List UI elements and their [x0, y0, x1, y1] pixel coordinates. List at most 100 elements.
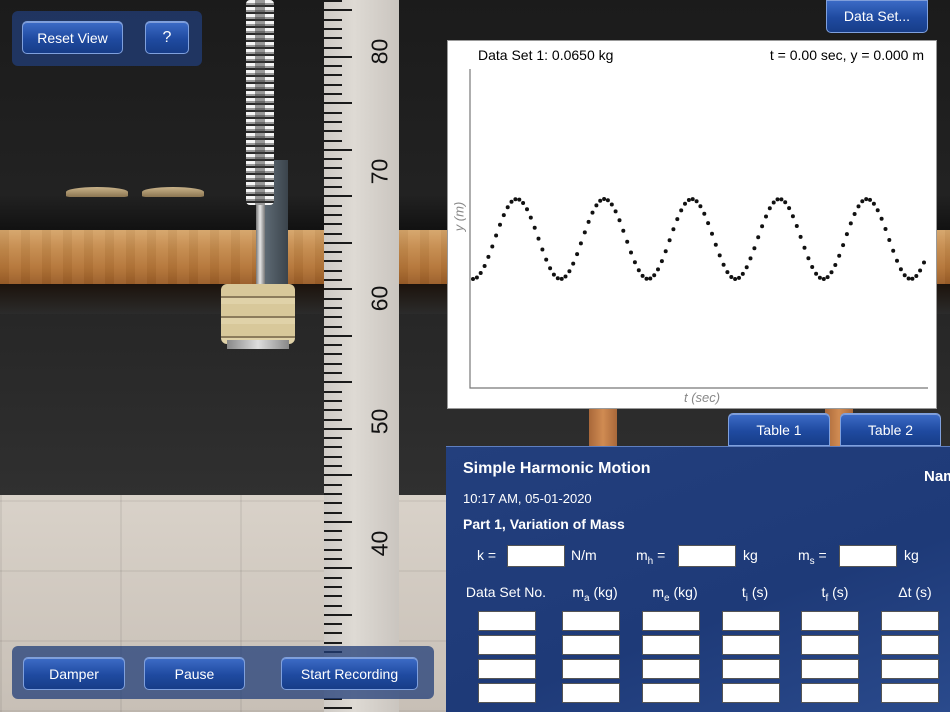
data-point [536, 236, 541, 241]
table-cell-input[interactable] [478, 683, 536, 703]
table-cell-input[interactable] [881, 635, 939, 655]
k-label: k = [477, 547, 497, 563]
ruler-tick [324, 548, 342, 551]
data-point [833, 263, 838, 267]
data-point [798, 234, 803, 239]
ms-input[interactable] [839, 545, 897, 567]
data-point [567, 269, 572, 274]
k-input[interactable] [507, 545, 565, 567]
data-point [756, 235, 761, 240]
table-cell-input[interactable] [478, 635, 536, 655]
table-cell-input[interactable] [801, 635, 859, 655]
ruler-tick [324, 567, 352, 570]
damper-button[interactable]: Damper [23, 657, 125, 690]
mass-base [227, 340, 289, 349]
data-point [810, 265, 815, 269]
ruler-tick [324, 353, 342, 356]
ruler-tick [324, 483, 342, 486]
ruler-tick [324, 46, 342, 49]
table-cell-input[interactable] [642, 659, 700, 679]
ruler-tick [324, 474, 352, 477]
column-header: ma (kg) [572, 584, 618, 604]
ms-main: m [798, 547, 810, 563]
data-point [571, 261, 576, 266]
data-point [790, 214, 795, 219]
table-cell-input[interactable] [642, 611, 700, 631]
table-cell-input[interactable] [562, 611, 620, 631]
data-point [848, 221, 853, 226]
ruler-tick [324, 390, 342, 393]
data-point [918, 268, 923, 273]
data-point [532, 225, 537, 230]
ruler-tick [324, 102, 352, 105]
table-cell-input[interactable] [562, 659, 620, 679]
part-label: Part 1, Variation of Mass [463, 516, 625, 532]
data-point [544, 257, 549, 262]
table-cell-input[interactable] [562, 635, 620, 655]
table-cell-input[interactable] [562, 683, 620, 703]
data-set-button[interactable]: Data Set... [826, 0, 928, 33]
column-header: tf (s) [821, 584, 849, 604]
ruler-label: 70 [366, 158, 393, 185]
hanger-rod [256, 205, 265, 285]
ruler-tick [324, 409, 342, 412]
position-time-graph[interactable]: Data Set 1: 0.0650 kg t = 0.00 sec, y = … [447, 40, 937, 409]
table-cell-input[interactable] [801, 659, 859, 679]
data-point [914, 274, 919, 278]
ruler-tick [324, 260, 342, 263]
data-point [883, 227, 888, 231]
hanging-mass[interactable] [221, 284, 295, 344]
data-point [663, 249, 668, 254]
start-recording-button[interactable]: Start Recording [281, 657, 418, 690]
data-point [752, 246, 757, 251]
data-point [683, 201, 687, 206]
data-point [648, 276, 653, 281]
mh-input[interactable] [678, 545, 736, 567]
data-point [694, 199, 699, 204]
table-cell-input[interactable] [722, 683, 780, 703]
table-cell-input[interactable] [478, 659, 536, 679]
ruler-label: 50 [366, 408, 393, 435]
table-cell-input[interactable] [881, 611, 939, 631]
help-button[interactable]: ? [145, 21, 189, 54]
table-cell-input[interactable] [478, 611, 536, 631]
data-point [725, 270, 730, 275]
data-point [733, 277, 738, 281]
table-cell-input[interactable] [881, 683, 939, 703]
table-cell-input[interactable] [801, 683, 859, 703]
data-point [852, 212, 857, 216]
data-point [783, 200, 788, 205]
table-cell-input[interactable] [722, 635, 780, 655]
table-cell-input[interactable] [642, 683, 700, 703]
data-point [575, 252, 580, 257]
ruler-tick [324, 502, 342, 505]
table-cell-input[interactable] [881, 659, 939, 679]
spare-mass-disk[interactable] [66, 187, 128, 197]
data-point [787, 206, 792, 211]
ruler-tick [324, 530, 342, 533]
data-point [617, 218, 622, 223]
pause-button[interactable]: Pause [144, 657, 245, 690]
column-header: Data Set No. [465, 584, 547, 600]
data-point [474, 275, 479, 280]
ruler-tick [324, 427, 352, 430]
table-cell-input[interactable] [801, 611, 859, 631]
tab-table-2[interactable]: Table 2 [840, 413, 941, 446]
ruler-tick [324, 195, 352, 198]
data-point [879, 216, 884, 221]
tab-table-1[interactable]: Table 1 [728, 413, 830, 446]
ruler-tick [324, 139, 342, 142]
ruler-label: 60 [366, 285, 393, 312]
data-point [590, 210, 595, 215]
data-point [825, 275, 830, 280]
mh-label: mh = [636, 547, 666, 567]
meter-ruler: 80 70 60 50 40 [324, 0, 399, 712]
spare-mass-disk[interactable] [142, 187, 204, 197]
table-cell-input[interactable] [642, 635, 700, 655]
table-cell-input[interactable] [722, 611, 780, 631]
reset-view-button[interactable]: Reset View [22, 21, 123, 54]
table-cell-input[interactable] [722, 659, 780, 679]
ruler-tick [324, 623, 342, 626]
ruler-tick [324, 585, 342, 588]
data-point [710, 231, 714, 236]
